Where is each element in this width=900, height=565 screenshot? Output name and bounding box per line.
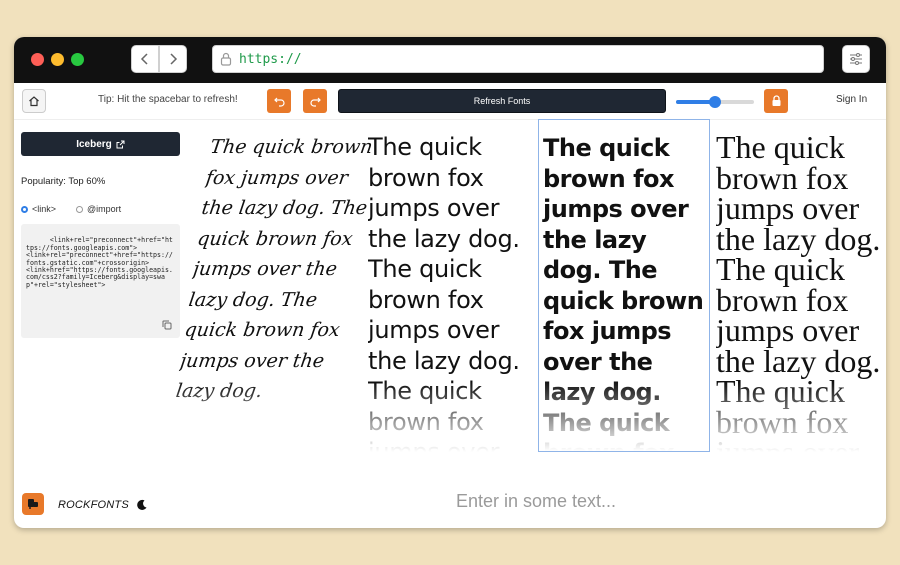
redo-button[interactable] (303, 89, 327, 113)
sign-in-link[interactable]: Sign In (836, 94, 867, 105)
minimize-window-button[interactable] (51, 53, 64, 66)
font-preview-2[interactable]: The quick brown fox jumps over the lazy … (368, 132, 533, 452)
preview-fade (716, 382, 886, 452)
close-window-button[interactable] (31, 53, 44, 66)
maximize-window-button[interactable] (71, 53, 84, 66)
home-icon (29, 96, 39, 107)
popularity-text: Popularity: Top 60% (21, 176, 106, 187)
embed-code-box[interactable]: <link+rel="preconnect"+href="https://fon… (21, 224, 180, 338)
font-preview-3-selected[interactable]: The quick brown fox jumps over the lazy … (538, 119, 710, 452)
spacebar-tip: Tip: Hit the spacebar to refresh! (98, 94, 238, 105)
import-radio[interactable] (76, 205, 83, 213)
chevron-left-icon (140, 53, 148, 65)
url-bar[interactable]: https:// (212, 45, 824, 73)
browser-window: https:// Tip: Hit the spacebar to refres… (14, 37, 886, 528)
import-option-label: @import (87, 204, 122, 214)
font-preview-1[interactable]: The quick brown fox jumps over the lazy … (167, 132, 385, 452)
logo-icon (28, 499, 38, 509)
font-size-slider[interactable] (676, 96, 754, 108)
import-option[interactable]: @import (76, 204, 121, 214)
home-button[interactable] (22, 89, 46, 113)
preview-text-1: The quick brown fox jumps over the lazy … (175, 136, 374, 402)
link-radio[interactable] (21, 205, 28, 213)
external-link-icon (116, 140, 125, 148)
moon-icon[interactable] (136, 499, 148, 511)
custom-text-input[interactable] (384, 486, 688, 516)
forward-button[interactable] (159, 45, 187, 73)
url-text: https:// (239, 51, 302, 67)
embed-code-text: <link+rel="preconnect"+href="https://fon… (26, 236, 173, 289)
browser-titlebar: https:// (14, 37, 886, 83)
copy-icon[interactable] (162, 320, 172, 330)
slider-thumb[interactable] (709, 96, 721, 108)
undo-icon (273, 97, 285, 107)
redo-icon (309, 97, 321, 107)
chevron-right-icon (170, 53, 178, 65)
undo-button[interactable] (267, 89, 291, 113)
brand-name: ROCKFONTS (58, 499, 129, 511)
rockfonts-logo[interactable] (22, 493, 44, 515)
link-option-label: <link> (32, 204, 57, 214)
preview-fade (368, 382, 533, 452)
lock-icon (772, 95, 780, 106)
app-toolbar: Tip: Hit the spacebar to refresh! Refres… (14, 83, 886, 120)
browser-settings-button[interactable] (842, 45, 870, 73)
font-name-button[interactable]: Iceberg (21, 132, 180, 156)
refresh-fonts-button[interactable]: Refresh Fonts (338, 89, 666, 113)
font-info-sidebar: Iceberg Popularity: Top 60% <link> @impo… (14, 120, 189, 528)
lock-icon (220, 52, 232, 66)
bottom-bar: ROCKFONTS (14, 477, 886, 528)
font-name-label: Iceberg (76, 138, 112, 150)
back-button[interactable] (131, 45, 159, 73)
sliders-icon (850, 53, 862, 65)
preview-fade (167, 382, 350, 452)
link-option[interactable]: <link> (21, 204, 56, 214)
preview-fade (539, 381, 709, 451)
font-preview-4[interactable]: The quick brown fox jumps over the lazy … (716, 132, 886, 452)
lock-font-button[interactable] (764, 89, 788, 113)
